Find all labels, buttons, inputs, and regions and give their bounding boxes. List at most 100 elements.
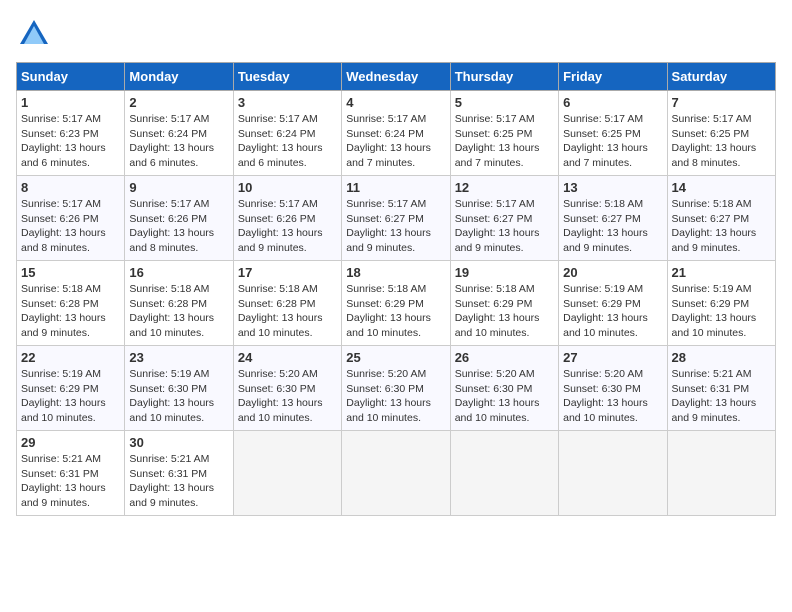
calendar-cell: 24 Sunrise: 5:20 AMSunset: 6:30 PMDayligh… bbox=[233, 346, 341, 431]
day-info: Sunrise: 5:18 AMSunset: 6:29 PMDaylight:… bbox=[455, 282, 554, 341]
day-number: 7 bbox=[672, 95, 771, 110]
day-number: 26 bbox=[455, 350, 554, 365]
calendar-cell: 16 Sunrise: 5:18 AMSunset: 6:28 PMDayligh… bbox=[125, 261, 233, 346]
day-number: 6 bbox=[563, 95, 662, 110]
calendar-cell bbox=[233, 431, 341, 516]
day-number: 13 bbox=[563, 180, 662, 195]
calendar-cell bbox=[559, 431, 667, 516]
day-info: Sunrise: 5:18 AMSunset: 6:27 PMDaylight:… bbox=[563, 197, 662, 256]
day-number: 28 bbox=[672, 350, 771, 365]
header-monday: Monday bbox=[125, 63, 233, 91]
day-info: Sunrise: 5:17 AMSunset: 6:25 PMDaylight:… bbox=[455, 112, 554, 171]
day-number: 2 bbox=[129, 95, 228, 110]
day-number: 9 bbox=[129, 180, 228, 195]
calendar-cell: 30 Sunrise: 5:21 AMSunset: 6:31 PMDayligh… bbox=[125, 431, 233, 516]
calendar-cell: 15 Sunrise: 5:18 AMSunset: 6:28 PMDayligh… bbox=[17, 261, 125, 346]
calendar-cell: 8 Sunrise: 5:17 AMSunset: 6:26 PMDaylight… bbox=[17, 176, 125, 261]
day-number: 8 bbox=[21, 180, 120, 195]
day-number: 21 bbox=[672, 265, 771, 280]
day-info: Sunrise: 5:17 AMSunset: 6:25 PMDaylight:… bbox=[672, 112, 771, 171]
header-friday: Friday bbox=[559, 63, 667, 91]
calendar-cell: 14Sunrise: 5:18 AMSunset: 6:27 PMDayligh… bbox=[667, 176, 775, 261]
header-wednesday: Wednesday bbox=[342, 63, 450, 91]
day-number: 17 bbox=[238, 265, 337, 280]
header-thursday: Thursday bbox=[450, 63, 558, 91]
day-number: 1 bbox=[21, 95, 120, 110]
day-number: 12 bbox=[455, 180, 554, 195]
day-info: Sunrise: 5:17 AMSunset: 6:26 PMDaylight:… bbox=[129, 197, 228, 256]
page-header bbox=[16, 16, 776, 52]
day-number: 30 bbox=[129, 435, 228, 450]
calendar-week-row: 29 Sunrise: 5:21 AMSunset: 6:31 PMDayligh… bbox=[17, 431, 776, 516]
day-number: 23 bbox=[129, 350, 228, 365]
logo-icon bbox=[16, 16, 52, 52]
calendar-cell: 12 Sunrise: 5:17 AMSunset: 6:27 PMDayligh… bbox=[450, 176, 558, 261]
day-info: Sunrise: 5:21 AMSunset: 6:31 PMDaylight:… bbox=[129, 452, 228, 511]
calendar-cell: 20 Sunrise: 5:19 AMSunset: 6:29 PMDayligh… bbox=[559, 261, 667, 346]
day-number: 18 bbox=[346, 265, 445, 280]
day-info: Sunrise: 5:19 AMSunset: 6:29 PMDaylight:… bbox=[672, 282, 771, 341]
calendar-cell: 1 Sunrise: 5:17 AMSunset: 6:23 PMDaylight… bbox=[17, 91, 125, 176]
day-number: 10 bbox=[238, 180, 337, 195]
day-info: Sunrise: 5:17 AMSunset: 6:27 PMDaylight:… bbox=[455, 197, 554, 256]
calendar-cell bbox=[450, 431, 558, 516]
day-info: Sunrise: 5:17 AMSunset: 6:24 PMDaylight:… bbox=[129, 112, 228, 171]
day-info: Sunrise: 5:20 AMSunset: 6:30 PMDaylight:… bbox=[238, 367, 337, 426]
day-info: Sunrise: 5:17 AMSunset: 6:26 PMDaylight:… bbox=[238, 197, 337, 256]
day-number: 19 bbox=[455, 265, 554, 280]
calendar-header-row: SundayMondayTuesdayWednesdayThursdayFrid… bbox=[17, 63, 776, 91]
header-sunday: Sunday bbox=[17, 63, 125, 91]
header-tuesday: Tuesday bbox=[233, 63, 341, 91]
day-number: 15 bbox=[21, 265, 120, 280]
calendar-week-row: 8 Sunrise: 5:17 AMSunset: 6:26 PMDaylight… bbox=[17, 176, 776, 261]
calendar-cell: 26 Sunrise: 5:20 AMSunset: 6:30 PMDayligh… bbox=[450, 346, 558, 431]
calendar-week-row: 15 Sunrise: 5:18 AMSunset: 6:28 PMDayligh… bbox=[17, 261, 776, 346]
calendar-cell: 17Sunrise: 5:18 AMSunset: 6:28 PMDayligh… bbox=[233, 261, 341, 346]
day-info: Sunrise: 5:18 AMSunset: 6:28 PMDaylight:… bbox=[21, 282, 120, 341]
calendar-cell: 28 Sunrise: 5:21 AMSunset: 6:31 PMDayligh… bbox=[667, 346, 775, 431]
day-info: Sunrise: 5:20 AMSunset: 6:30 PMDaylight:… bbox=[455, 367, 554, 426]
calendar-cell: 3Sunrise: 5:17 AMSunset: 6:24 PMDaylight… bbox=[233, 91, 341, 176]
calendar-cell: 6 Sunrise: 5:17 AMSunset: 6:25 PMDaylight… bbox=[559, 91, 667, 176]
logo bbox=[16, 16, 58, 52]
day-number: 4 bbox=[346, 95, 445, 110]
day-info: Sunrise: 5:21 AMSunset: 6:31 PMDaylight:… bbox=[21, 452, 120, 511]
calendar-cell: 18 Sunrise: 5:18 AMSunset: 6:29 PMDayligh… bbox=[342, 261, 450, 346]
calendar-cell bbox=[342, 431, 450, 516]
calendar-cell: 11 Sunrise: 5:17 AMSunset: 6:27 PMDayligh… bbox=[342, 176, 450, 261]
day-info: Sunrise: 5:17 AMSunset: 6:25 PMDaylight:… bbox=[563, 112, 662, 171]
day-number: 29 bbox=[21, 435, 120, 450]
day-number: 16 bbox=[129, 265, 228, 280]
header-saturday: Saturday bbox=[667, 63, 775, 91]
day-info: Sunrise: 5:17 AMSunset: 6:24 PMDaylight:… bbox=[346, 112, 445, 171]
calendar-cell: 23 Sunrise: 5:19 AMSunset: 6:30 PMDayligh… bbox=[125, 346, 233, 431]
day-info: Sunrise: 5:17 AMSunset: 6:27 PMDaylight:… bbox=[346, 197, 445, 256]
day-number: 22 bbox=[21, 350, 120, 365]
day-info: Sunrise: 5:18 AMSunset: 6:29 PMDaylight:… bbox=[346, 282, 445, 341]
calendar-cell bbox=[667, 431, 775, 516]
day-info: Sunrise: 5:19 AMSunset: 6:29 PMDaylight:… bbox=[563, 282, 662, 341]
calendar-cell: 13 Sunrise: 5:18 AMSunset: 6:27 PMDayligh… bbox=[559, 176, 667, 261]
calendar-cell: 10 Sunrise: 5:17 AMSunset: 6:26 PMDayligh… bbox=[233, 176, 341, 261]
day-info: Sunrise: 5:20 AMSunset: 6:30 PMDaylight:… bbox=[563, 367, 662, 426]
calendar-table: SundayMondayTuesdayWednesdayThursdayFrid… bbox=[16, 62, 776, 516]
day-number: 27 bbox=[563, 350, 662, 365]
day-info: Sunrise: 5:21 AMSunset: 6:31 PMDaylight:… bbox=[672, 367, 771, 426]
day-number: 25 bbox=[346, 350, 445, 365]
day-info: Sunrise: 5:19 AMSunset: 6:30 PMDaylight:… bbox=[129, 367, 228, 426]
calendar-week-row: 1 Sunrise: 5:17 AMSunset: 6:23 PMDaylight… bbox=[17, 91, 776, 176]
calendar-cell: 21 Sunrise: 5:19 AMSunset: 6:29 PMDayligh… bbox=[667, 261, 775, 346]
calendar-cell: 7 Sunrise: 5:17 AMSunset: 6:25 PMDaylight… bbox=[667, 91, 775, 176]
day-info: Sunrise: 5:20 AMSunset: 6:30 PMDaylight:… bbox=[346, 367, 445, 426]
day-info: Sunrise: 5:17 AMSunset: 6:23 PMDaylight:… bbox=[21, 112, 120, 171]
day-number: 5 bbox=[455, 95, 554, 110]
day-info: Sunrise: 5:17 AMSunset: 6:26 PMDaylight:… bbox=[21, 197, 120, 256]
day-number: 24 bbox=[238, 350, 337, 365]
day-number: 20 bbox=[563, 265, 662, 280]
calendar-cell: 19 Sunrise: 5:18 AMSunset: 6:29 PMDayligh… bbox=[450, 261, 558, 346]
calendar-cell: 4 Sunrise: 5:17 AMSunset: 6:24 PMDaylight… bbox=[342, 91, 450, 176]
day-number: 11 bbox=[346, 180, 445, 195]
day-info: Sunrise: 5:18 AMSunset: 6:28 PMDaylight:… bbox=[129, 282, 228, 341]
day-info: Sunrise: 5:19 AMSunset: 6:29 PMDaylight:… bbox=[21, 367, 120, 426]
calendar-cell: 27 Sunrise: 5:20 AMSunset: 6:30 PMDayligh… bbox=[559, 346, 667, 431]
